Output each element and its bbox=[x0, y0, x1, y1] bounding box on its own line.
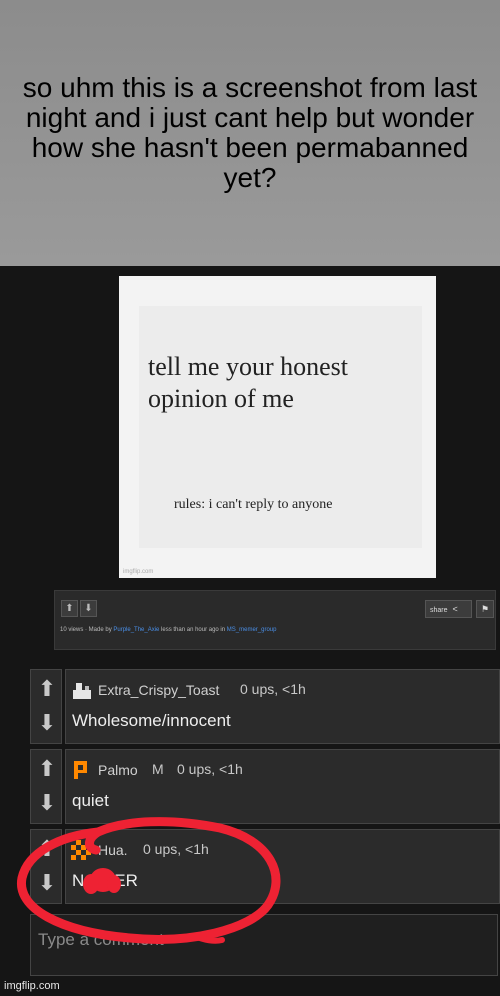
imgflip-watermark: imgflip.com bbox=[4, 980, 60, 992]
vote-column: ⬆ ⬇ bbox=[30, 749, 62, 824]
meme-watermark: imgflip.com bbox=[123, 569, 154, 575]
arrow-down-icon: ⬇ bbox=[37, 790, 57, 815]
arrow-up-icon: ⬆ bbox=[37, 676, 57, 701]
comment-username[interactable]: Palmo bbox=[98, 762, 138, 778]
comment-input[interactable]: Type a comment bbox=[30, 914, 498, 976]
upvote-button[interactable]: ⬆ bbox=[35, 674, 59, 704]
comment-text: N ER bbox=[72, 871, 138, 891]
flag-icon: ⚑ bbox=[480, 604, 490, 614]
text-start: N bbox=[72, 871, 85, 890]
comment-input-placeholder: Type a comment bbox=[38, 930, 164, 949]
arrow-down-icon: ⬇ bbox=[84, 603, 93, 614]
comment-body: Extra_Crispy_Toast 0 ups, <1h Wholesome/… bbox=[65, 669, 500, 744]
upvote-post-button[interactable]: ⬆ bbox=[61, 600, 78, 617]
comment-username[interactable]: Extra_Crispy_Toast bbox=[98, 682, 219, 698]
comment-meta: 0 ups, <1h bbox=[240, 681, 306, 697]
comment-item: ⬆ ⬇ Hua. 0 ups, <1h N ER bbox=[30, 829, 500, 904]
meme-image[interactable]: tell me your honest opinion of me rules:… bbox=[119, 276, 436, 578]
post-stats: 10 views · Made by Purple_The_Axie less … bbox=[60, 627, 276, 633]
avatar-icon[interactable] bbox=[71, 680, 91, 700]
comment-username[interactable]: Hua. bbox=[98, 842, 128, 858]
comment-body: Hua. 0 ups, <1h N ER bbox=[65, 829, 500, 904]
downvote-post-button[interactable]: ⬇ bbox=[80, 600, 97, 617]
group-link[interactable]: MS_memer_group bbox=[227, 627, 277, 633]
stats-middle: less than an hour ago in bbox=[159, 627, 227, 633]
meme-rules: rules: i can't reply to anyone bbox=[174, 497, 333, 512]
mod-badge: M bbox=[152, 761, 164, 777]
avatar-icon[interactable] bbox=[71, 840, 91, 860]
comment-body: Palmo M 0 ups, <1h quiet bbox=[65, 749, 500, 824]
share-label: share bbox=[430, 607, 448, 614]
share-button[interactable]: share < bbox=[425, 600, 472, 618]
downvote-button[interactable]: ⬇ bbox=[35, 708, 59, 738]
comment-text: Wholesome/innocent bbox=[72, 711, 231, 730]
comment-text: quiet bbox=[72, 791, 109, 810]
share-icon: < bbox=[452, 604, 458, 614]
comment-meta: 0 ups, <1h bbox=[143, 841, 209, 857]
comment-item: ⬆ ⬇ Palmo M 0 ups, <1h quiet bbox=[30, 749, 500, 824]
comment-meta: 0 ups, <1h bbox=[177, 761, 243, 777]
stats-prefix: 10 views · Made by bbox=[60, 627, 114, 633]
comment-item: ⬆ ⬇ Extra_Crispy_Toast 0 ups, <1h Wholes… bbox=[30, 669, 500, 744]
screenshot-area: tell me your honest opinion of me rules:… bbox=[0, 266, 500, 996]
downvote-button[interactable]: ⬇ bbox=[35, 788, 59, 818]
arrow-down-icon: ⬇ bbox=[37, 870, 57, 895]
flag-button[interactable]: ⚑ bbox=[476, 600, 494, 618]
vote-column: ⬆ ⬇ bbox=[30, 669, 62, 744]
upvote-button[interactable]: ⬆ bbox=[35, 834, 59, 864]
meme-title: tell me your honest opinion of me bbox=[148, 352, 349, 413]
upvote-button[interactable]: ⬆ bbox=[35, 754, 59, 784]
post-info-bar: ⬆ ⬇ share < ⚑ 10 views · Made by Purple_… bbox=[54, 590, 496, 650]
caption-text: so uhm this is a screenshot from last ni… bbox=[0, 0, 500, 266]
arrow-down-icon: ⬇ bbox=[37, 710, 57, 735]
downvote-button[interactable]: ⬇ bbox=[35, 868, 59, 898]
avatar-icon[interactable] bbox=[71, 760, 91, 780]
vote-column: ⬆ ⬇ bbox=[30, 829, 62, 904]
arrow-up-icon: ⬆ bbox=[37, 836, 57, 861]
author-link[interactable]: Purple_The_Axie bbox=[113, 627, 159, 633]
arrow-up-icon: ⬆ bbox=[65, 603, 74, 614]
text-end: ER bbox=[114, 871, 138, 890]
arrow-up-icon: ⬆ bbox=[37, 756, 57, 781]
